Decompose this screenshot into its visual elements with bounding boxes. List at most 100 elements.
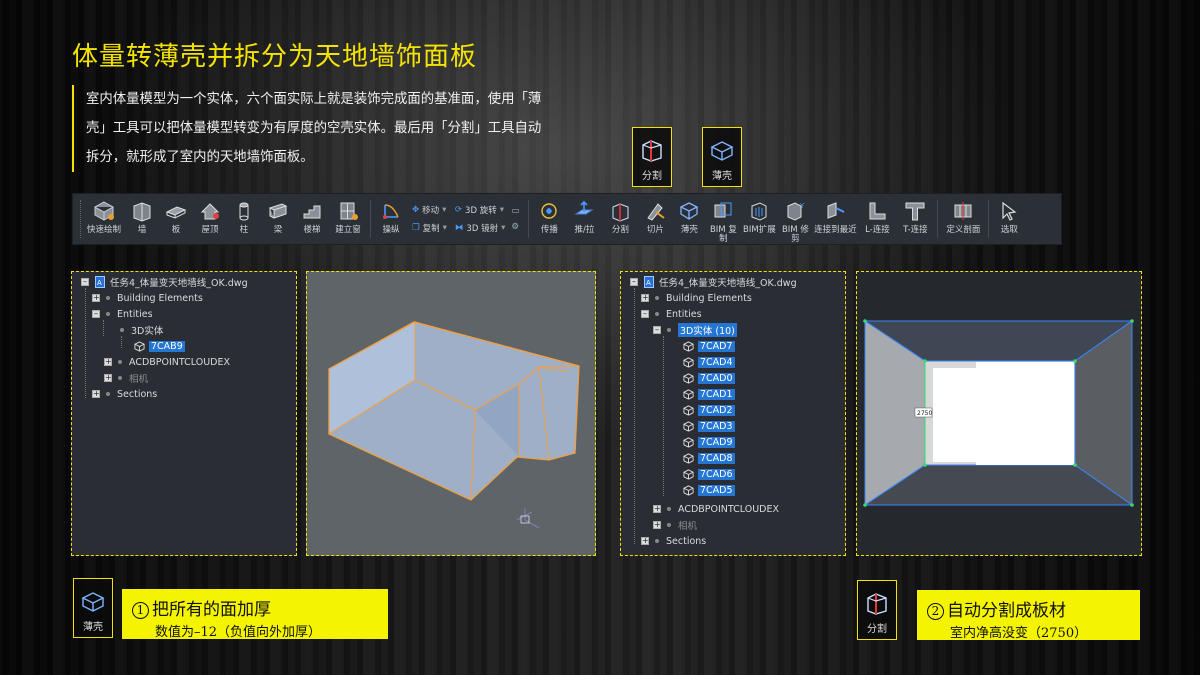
l-connect-button[interactable]: L-连接 [858,194,896,244]
split-tool-icon [612,203,629,222]
manipulator-button[interactable]: 操纵 [374,194,408,244]
move-button[interactable]: ✥ 移动 ▾ [412,204,447,216]
mirror3d-button[interactable]: ⧓ 3D 镜射 ▾ [455,222,505,234]
collapse-icon[interactable]: – [653,326,661,334]
right-3d-viewport[interactable]: 2750 [856,271,1142,556]
copy-button[interactable]: ❐ 复制 ▾ [412,222,447,234]
solid-item-label: 7CAD5 [698,484,735,496]
shell-label: 薄壳 [83,622,103,633]
expand-icon[interactable]: + [104,358,112,366]
shell-tool-callout[interactable]: 薄壳 [702,127,742,187]
expand-icon[interactable]: + [641,294,649,302]
wall-icon [133,202,151,222]
dwg-file-icon: A [95,276,105,288]
array-icon[interactable]: ⚙ [511,222,519,232]
beam-button[interactable]: 梁 [261,194,295,244]
collapse-icon[interactable]: – [641,310,649,318]
tree-solid-item[interactable]: 7CAD2 [683,403,735,417]
step2-split-icon-box[interactable]: 分割 [857,580,897,640]
tree-3d-solid[interactable]: 3D实体 [120,323,163,337]
svg-text:A: A [646,279,651,287]
slice-button[interactable]: 切片 [638,194,672,244]
propagate-icon [541,203,558,219]
left-3d-viewport[interactable] [306,271,596,556]
solid-item-label: 7CAD4 [698,356,735,368]
t-connect-button[interactable]: T-连接 [896,194,934,244]
step2-number: 2 [927,603,944,620]
solid-cube-icon [134,340,145,352]
tree-solid-item[interactable]: 7CAD8 [683,451,735,465]
tree-solid-item[interactable]: 7CAD1 [683,387,735,401]
tree-solid-item[interactable]: 7CAD9 [683,435,735,449]
bim-copy-button[interactable]: BIM 复制 [706,194,740,244]
tree-camera[interactable]: + 相机 [653,518,697,532]
bim-trim-button[interactable]: Y BIM 修剪 [778,194,812,244]
page-title: 体量转薄壳并拆分为天地墙饰面板 [72,42,478,72]
select-button[interactable]: 选取 [992,194,1026,244]
t-connect-icon [905,202,925,221]
shell-label: 薄壳 [712,171,732,182]
roof-button[interactable]: 屋顶 [193,194,227,244]
connect-nearest-icon [827,202,845,219]
collapse-icon[interactable]: – [630,278,638,286]
slab-button[interactable]: 板 [159,194,193,244]
solid-item-label: 7CAD1 [698,388,735,400]
collapse-icon[interactable]: – [92,310,100,318]
expand-icon[interactable]: + [641,537,649,545]
wall-button[interactable]: 墙 [125,194,159,244]
expand-icon[interactable]: + [92,294,100,302]
step2-title: 2 自动分割成板材 [927,596,1066,621]
tree-file-row[interactable]: – A 任务4_体量变天地墙线_OK.dwg [81,275,248,289]
step1-shell-icon-box[interactable]: 薄壳 [73,578,113,638]
rotate3d-button[interactable]: ⟳ 3D 旋转 ▾ [455,204,505,216]
solid-cube-icon [683,420,694,432]
tree-building-elements[interactable]: + Building Elements [92,291,203,305]
tree-entities[interactable]: – Entities [92,307,153,321]
collapse-icon[interactable]: – [81,278,89,286]
tree-solid-item[interactable]: 7CAD3 [683,419,735,433]
split-button[interactable]: 分割 [602,194,638,244]
push-pull-button[interactable]: 推/拉 [566,194,602,244]
tree-solid-item[interactable]: 7CAD0 [683,371,735,385]
tree-pointcloud[interactable]: + ACDBPOINTCLOUDEX [653,502,779,516]
align-icon[interactable]: ▭ [511,206,519,216]
expand-icon[interactable]: + [653,505,661,513]
right-structure-tree: – A 任务4_体量变天地墙线_OK.dwg + Building Elements … [620,271,846,556]
expand-icon[interactable]: + [653,521,661,529]
tree-entities[interactable]: – Entities [641,307,702,321]
mass-model [328,321,580,529]
stair-button[interactable]: 楼梯 [295,194,329,244]
tree-sections[interactable]: + Sections [641,534,706,548]
bim-extend-button[interactable]: BIM扩展 [740,194,778,244]
split-tool-callout[interactable]: 分割 [632,127,672,187]
tree-camera[interactable]: + 相机 [104,371,148,385]
tree-3d-solid-group[interactable]: –3D实体 (10) [653,323,737,337]
tree-solid-item[interactable]: 7CAD6 [683,467,735,481]
expand-icon[interactable]: + [92,390,100,398]
solid-cube-icon [683,436,694,448]
tree-solid-item[interactable]: 7CAD5 [683,483,735,497]
tree-building-elements[interactable]: + Building Elements [641,291,752,305]
solid-item-label: 7CAD8 [698,452,735,464]
shell-button[interactable]: 薄壳 [672,194,706,244]
propagate-button[interactable]: 传播 [532,194,566,244]
dwg-file-icon: A [644,276,654,288]
connect-nearest-button[interactable]: 连接到最近 [812,194,858,244]
tree-solid-item[interactable]: 7CAD7 [683,339,735,353]
tree-file-row[interactable]: – A 任务4_体量变天地墙线_OK.dwg [630,275,797,289]
define-section-button[interactable]: 定义剖面 [941,194,985,244]
tree-sections[interactable]: + Sections [92,387,157,401]
expand-icon[interactable]: + [104,374,112,382]
slice-icon [647,203,665,221]
quick-draw-button[interactable]: 快速绘制 [83,194,125,244]
tree-solid-item[interactable]: 7CAB9 [134,339,185,353]
column-button[interactable]: 柱 [227,194,261,244]
solid-item-label: 7CAD2 [698,404,735,416]
rotate-mirror-group: ⟳ 3D 旋转 ▾ ⧓ 3D 镜射 ▾ [451,194,509,244]
tree-solid-item[interactable]: 7CAD4 [683,355,735,369]
tree-pointcloud[interactable]: + ACDBPOINTCLOUDEX [104,355,230,369]
slab-icon [165,206,187,219]
svg-text:A: A [97,279,102,287]
shell-tool-icon [679,202,699,220]
create-window-button[interactable]: 建立窗 [329,194,367,244]
